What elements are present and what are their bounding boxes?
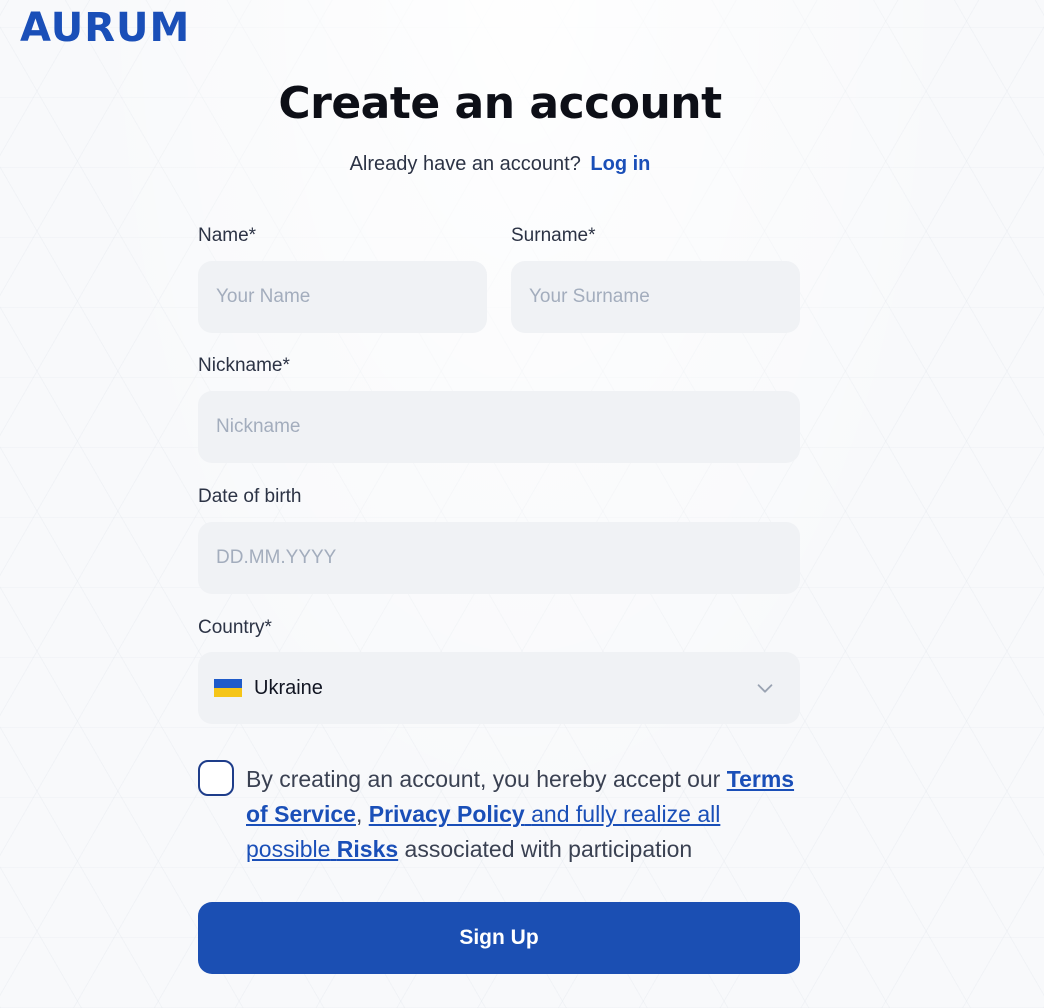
terms-comma: ,	[355, 801, 363, 827]
dob-label: Date of birth	[198, 486, 302, 507]
nickname-label: Nickname*	[198, 355, 290, 376]
name-input[interactable]	[198, 261, 487, 333]
login-prompt-text: Already have an account?	[349, 153, 581, 175]
login-prompt: Already have an account? Log in	[0, 153, 1000, 176]
aurum-logo[interactable]: AURUM	[20, 6, 190, 50]
country-label: Country*	[198, 617, 272, 638]
chevron-down-icon	[757, 684, 773, 693]
surname-input[interactable]	[511, 261, 800, 333]
risks-label: Risks	[336, 836, 399, 862]
logo-text: AURUM	[20, 5, 191, 51]
name-label: Name*	[198, 225, 257, 246]
page-title: Create an account	[278, 78, 722, 129]
country-select[interactable]: Ukraine	[198, 652, 800, 724]
privacy-policy-label: Privacy Policy	[368, 801, 525, 827]
sign-up-button[interactable]: Sign Up	[198, 902, 800, 974]
terms-text-1: By creating an account, you hereby accep…	[246, 766, 721, 792]
ukraine-flag-icon	[214, 679, 242, 697]
country-value: Ukraine	[254, 676, 323, 699]
terms-text: By creating an account, you hereby accep…	[246, 762, 806, 867]
dob-input[interactable]	[198, 522, 800, 594]
terms-text-3: associated with participation	[404, 836, 693, 862]
terms-checkbox[interactable]	[198, 760, 234, 796]
nickname-input[interactable]	[198, 391, 800, 463]
surname-label: Surname*	[511, 225, 596, 246]
login-link[interactable]: Log in	[590, 153, 650, 175]
signup-form-container: Create an account Already have an accoun…	[0, 0, 1044, 1008]
